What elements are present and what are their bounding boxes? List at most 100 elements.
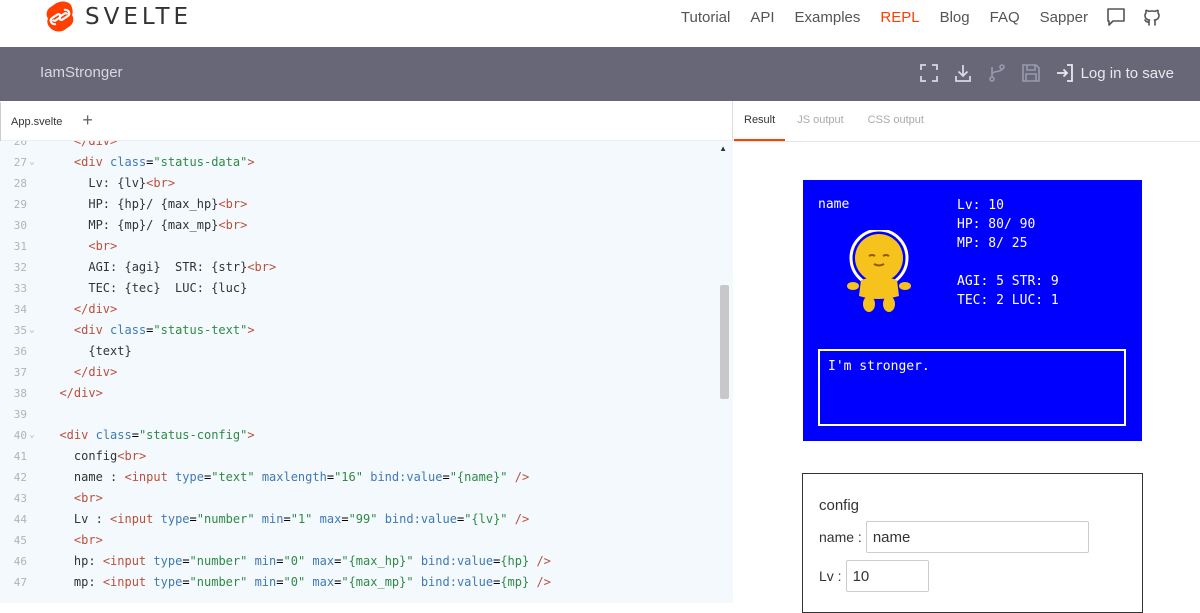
chat-icon[interactable]: [1106, 7, 1126, 27]
fold-toggle-icon: [27, 530, 37, 551]
code-text: Lv: {lv}<br>: [88, 176, 176, 190]
line-number: 32: [13, 261, 27, 274]
code-text: AGI: {agi} STR: {str}<br>: [88, 260, 277, 274]
name-label: name :: [819, 529, 862, 545]
code-line: 45 <br>: [0, 530, 720, 551]
nav-link-api[interactable]: API: [740, 9, 784, 26]
save-icon[interactable]: [1021, 63, 1041, 83]
nav-links: Tutorial API Examples REPL Blog FAQ Sapp…: [671, 0, 1170, 34]
toolbar-actions: Log in to save: [919, 61, 1174, 85]
nav-link-repl[interactable]: REPL: [870, 9, 929, 26]
fold-toggle-icon: [27, 194, 37, 215]
project-title[interactable]: IamStronger: [40, 64, 123, 81]
code-line: 34 </div>: [0, 299, 720, 320]
fork-icon[interactable]: [987, 63, 1007, 83]
code-text: mp: <input type="number" min="0" max="{m…: [73, 575, 551, 589]
status-spacer: [957, 253, 1059, 272]
fold-toggle-icon: [27, 404, 37, 425]
line-number: 26: [13, 141, 27, 148]
code-line: 36 {text}: [0, 341, 720, 362]
status-tec-luc: TEC: 2 LUC: 1: [957, 293, 1059, 308]
nav-link-blog[interactable]: Blog: [930, 9, 980, 26]
fold-toggle-icon: [27, 236, 37, 257]
nav-link-sapper[interactable]: Sapper: [1030, 9, 1098, 26]
lv-input[interactable]: [845, 560, 929, 592]
github-icon[interactable]: [1142, 7, 1162, 27]
fold-toggle-icon: [27, 446, 37, 467]
code-line: 33 TEC: {tec} LUC: {luc}: [0, 278, 720, 299]
repl-toolbar: IamStronger Log in to save: [0, 47, 1200, 101]
code-line: 42 name : <input type="text" maxlength="…: [0, 467, 720, 488]
nav-link-tutorial[interactable]: Tutorial: [671, 9, 740, 26]
scrollbar-thumb[interactable]: [720, 285, 729, 399]
code-line: 32 AGI: {agi} STR: {str}<br>: [0, 257, 720, 278]
file-tabs: App.svelte +: [0, 100, 732, 141]
code-area[interactable]: 26 </div> 27 ⌄ <div class="status-data"> 28…: [0, 141, 733, 603]
nav-link-faq[interactable]: FAQ: [980, 9, 1030, 26]
line-number: 45: [13, 534, 27, 547]
line-number: 34: [13, 303, 27, 316]
add-file-button[interactable]: +: [82, 110, 93, 131]
download-icon[interactable]: [953, 63, 973, 83]
tab-result[interactable]: Result: [734, 101, 786, 141]
code-line: 39: [0, 404, 720, 425]
code-line: 40 ⌄ <div class="status-config">: [0, 425, 720, 446]
line-number: 31: [13, 240, 27, 253]
fold-toggle-icon: [27, 467, 37, 488]
code-text: </div>: [73, 302, 118, 316]
code-line: 47 mp: <input type="number" min="0" max=…: [0, 572, 720, 593]
line-number: 44: [13, 513, 27, 526]
line-number: 37: [13, 366, 27, 379]
code-text: <div class="status-config">: [59, 428, 255, 442]
config-panel: config name : Lv :: [802, 473, 1143, 613]
code-text: Lv : <input type="number" min="1" max="9…: [73, 512, 530, 526]
fold-toggle-icon: [27, 551, 37, 572]
login-button[interactable]: Log in to save: [1055, 63, 1174, 83]
result-pane: Result JS output CSS output name Lv: 10 …: [734, 101, 1200, 613]
fold-toggle-icon: [27, 299, 37, 320]
file-tab-app-svelte[interactable]: App.svelte: [0, 100, 72, 141]
fullscreen-icon[interactable]: [919, 63, 939, 83]
fold-toggle-icon[interactable]: ⌄: [27, 425, 37, 446]
code-text: TEC: {tec} LUC: {luc}: [88, 281, 248, 295]
code-text: config<br>: [73, 449, 147, 463]
brand-name: SVELTE: [85, 4, 193, 30]
config-lv-row: Lv :: [819, 560, 929, 592]
code-lines: 26 </div> 27 ⌄ <div class="status-data"> 28…: [0, 141, 720, 593]
name-input[interactable]: [865, 521, 1089, 553]
code-text: <br>: [73, 533, 103, 547]
status-window: name Lv: 10 HP: 80/ 90 MP: 8/ 25 AGI: 5 …: [803, 180, 1142, 441]
line-number: 36: [13, 345, 27, 358]
code-line: 38 </div>: [0, 383, 720, 404]
code-text: <div class="status-data">: [73, 155, 255, 169]
code-text: <div class="status-text">: [73, 323, 255, 337]
status-data: Lv: 10 HP: 80/ 90 MP: 8/ 25 AGI: 5 STR: …: [957, 196, 1059, 310]
code-text: name : <input type="text" maxlength="16"…: [73, 470, 530, 484]
status-agi-str: AGI: 5 STR: 9: [957, 274, 1059, 289]
fold-toggle-icon[interactable]: ⌄: [27, 320, 37, 341]
line-number: 33: [13, 282, 27, 295]
line-number: 40: [13, 429, 27, 442]
code-text: </div>: [73, 141, 118, 148]
nav-link-examples[interactable]: Examples: [785, 9, 871, 26]
tab-css-output[interactable]: CSS output: [856, 101, 936, 141]
scroll-up-arrow-icon[interactable]: ▲: [719, 144, 727, 153]
status-name: name: [818, 197, 850, 212]
code-line: 43 <br>: [0, 488, 720, 509]
fold-toggle-icon: [27, 362, 37, 383]
line-number: 30: [13, 219, 27, 232]
fold-toggle-icon: [27, 509, 37, 530]
status-mp: MP: 8/ 25: [957, 236, 1028, 251]
code-text: </div>: [59, 386, 103, 400]
editor-scrollbar[interactable]: ▲: [719, 141, 731, 603]
line-number: 47: [13, 576, 27, 589]
tab-js-output[interactable]: JS output: [785, 101, 855, 141]
line-number: 29: [13, 198, 27, 211]
code-line: 37 </div>: [0, 362, 720, 383]
fold-toggle-icon: [27, 173, 37, 194]
svelte-logo[interactable]: SVELTE: [45, 1, 192, 33]
code-line: 46 hp: <input type="number" min="0" max=…: [0, 551, 720, 572]
code-editor-pane: App.svelte + 26 </div> 27 ⌄ <div class="st…: [0, 100, 733, 603]
fold-toggle-icon[interactable]: ⌄: [27, 152, 37, 173]
